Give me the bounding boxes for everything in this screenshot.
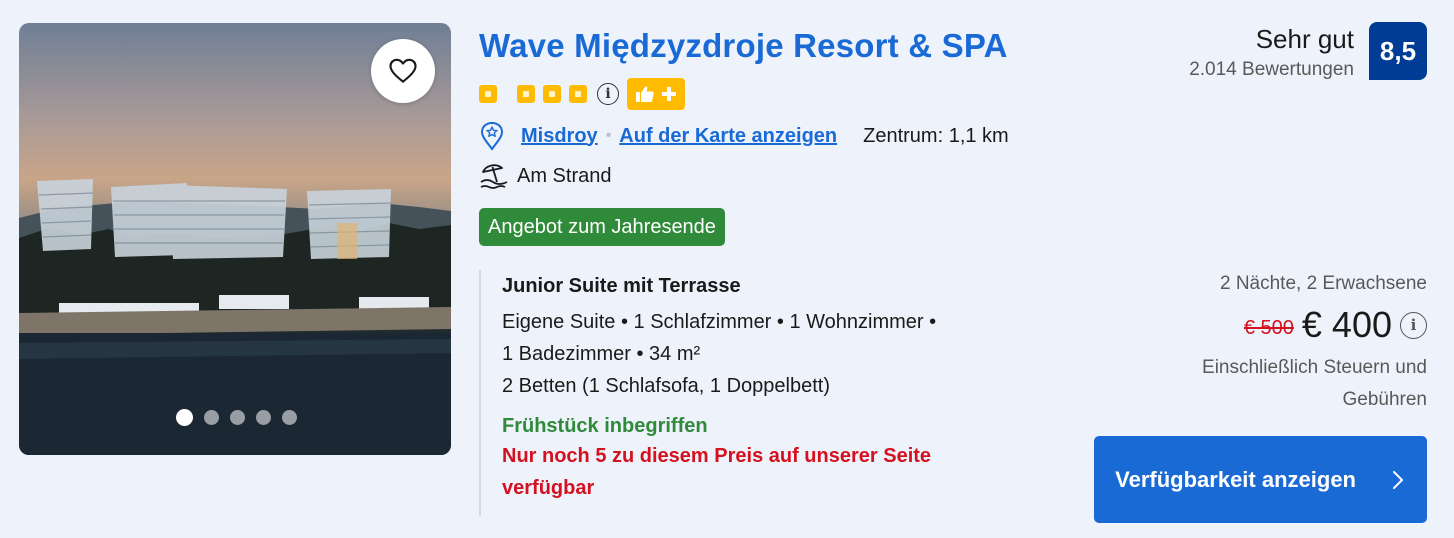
show-on-map-link[interactable]: Auf der Karte anzeigen bbox=[619, 125, 837, 148]
rating-info-icon[interactable]: i bbox=[597, 83, 619, 105]
beach-label: Am Strand bbox=[517, 164, 612, 187]
price-row: € 500 € 400 i bbox=[1244, 304, 1427, 346]
carousel-dot[interactable] bbox=[281, 410, 297, 425]
breakfast-included: Frühstück inbegriffen bbox=[502, 415, 708, 437]
room-bed-line: 2 Betten (1 Schlafsofa, 1 Doppelbett) bbox=[502, 375, 830, 397]
hotel-card: Wave Międzyzdroje Resort & SPA i Misdroy… bbox=[0, 0, 1454, 538]
star-icon bbox=[543, 85, 561, 103]
beach-row: Am Strand bbox=[479, 162, 611, 190]
room-name: Junior Suite mit Terrasse bbox=[502, 275, 741, 297]
scarcity-message: Nur noch 5 zu diesem Preis auf unserer S… bbox=[502, 445, 932, 499]
taxes-note: Einschließlich Steuern und Gebühren bbox=[1202, 357, 1427, 410]
check-availability-button[interactable]: Verfügbarkeit anzeigen bbox=[1094, 436, 1427, 523]
star-icon bbox=[479, 85, 497, 103]
preferred-partner-badge[interactable] bbox=[627, 78, 685, 110]
room-detail-line: 1 Badezimmer • 34 m² bbox=[502, 343, 701, 365]
deal-badge: Angebot zum Jahresende bbox=[479, 208, 725, 246]
room-details: Eigene Suite • 1 Schlafzimmer • 1 Wohnzi… bbox=[502, 306, 1019, 402]
star-icon bbox=[569, 85, 587, 103]
price-info-icon[interactable]: i bbox=[1400, 311, 1427, 339]
carousel-dot-active[interactable] bbox=[175, 409, 193, 426]
original-price: € 500 bbox=[1243, 316, 1294, 339]
map-pin-icon bbox=[480, 121, 504, 151]
carousel-dot[interactable] bbox=[229, 410, 245, 425]
hotel-name-link[interactable]: Wave Międzyzdroje Resort & SPA bbox=[479, 27, 1008, 65]
review-label: Sehr gut bbox=[1255, 24, 1354, 54]
chevron-right-icon bbox=[1393, 470, 1403, 489]
distance-to-center: Zentrum: 1,1 km bbox=[863, 124, 1009, 147]
location-row: Misdroy • Auf der Karte anzeigen Zentrum… bbox=[479, 121, 1009, 151]
room-offer: Junior Suite mit Terrasse Eigene Suite •… bbox=[479, 270, 1019, 516]
heart-icon bbox=[389, 58, 417, 83]
current-price: € 400 bbox=[1301, 304, 1392, 345]
stay-summary: 2 Nächte, 2 Erwachsene bbox=[1219, 273, 1427, 294]
location-link[interactable]: Misdroy bbox=[521, 125, 598, 148]
beach-umbrella-icon bbox=[480, 164, 508, 189]
photo-carousel-dots bbox=[19, 409, 451, 426]
room-detail-line: Eigene Suite • 1 Schlafzimmer • 1 Wohnzi… bbox=[502, 311, 937, 333]
review-count: 2.014 Bewertungen bbox=[1189, 59, 1354, 80]
review-summary[interactable]: Sehr gut 2.014 Bewertungen bbox=[1189, 24, 1354, 81]
carousel-dot[interactable] bbox=[255, 410, 271, 425]
separator-dot: • bbox=[605, 127, 612, 144]
star-rating: i bbox=[479, 78, 685, 110]
favorite-button[interactable] bbox=[371, 39, 435, 103]
carousel-dot[interactable] bbox=[203, 410, 219, 425]
thumbs-up-icon bbox=[636, 86, 654, 102]
plus-icon bbox=[662, 87, 676, 101]
check-availability-label: Verfügbarkeit anzeigen bbox=[1115, 466, 1356, 492]
review-score-badge[interactable]: 8,5 bbox=[1369, 22, 1427, 80]
star-icon bbox=[517, 85, 535, 103]
